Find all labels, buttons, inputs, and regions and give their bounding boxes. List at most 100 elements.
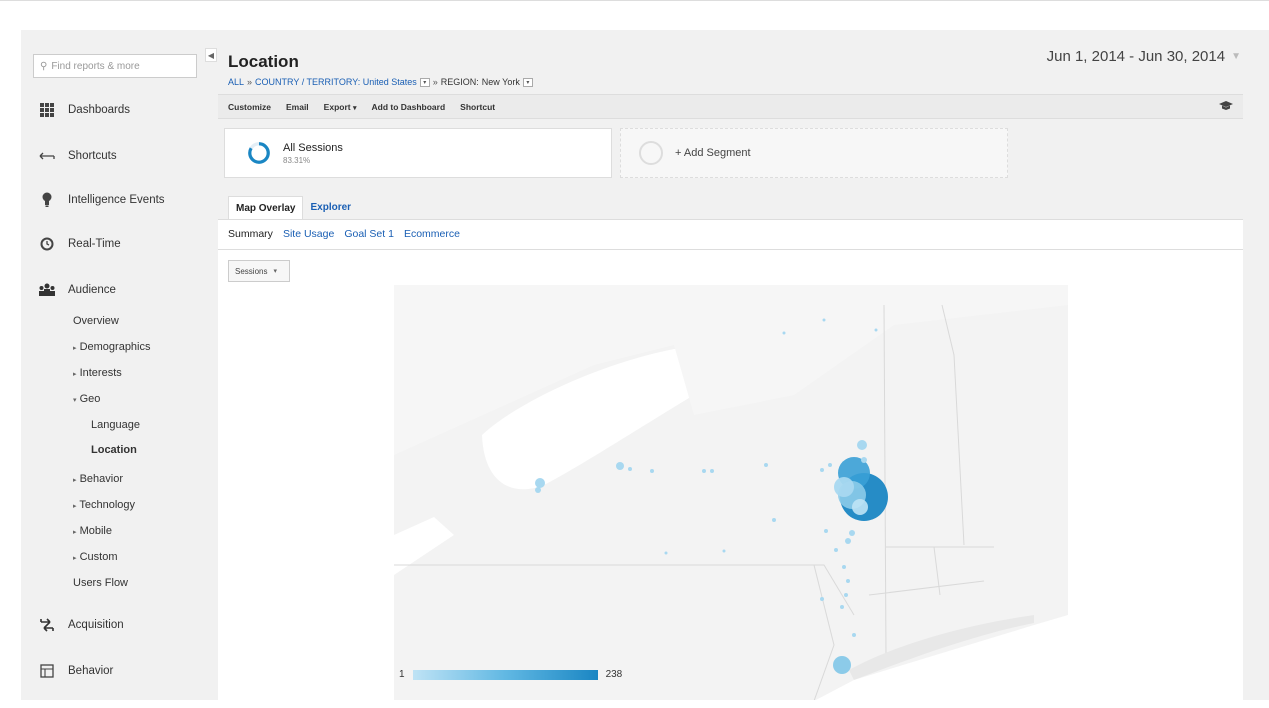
breadcrumb-separator: » — [432, 77, 438, 87]
sidebar-item-language[interactable]: Language — [91, 419, 140, 431]
sidebar-label-acquisition: Acquisition — [68, 619, 124, 631]
sidebar-item-interests[interactable]: ▸ Interests — [73, 367, 122, 379]
breadcrumb-all[interactable]: ALL — [228, 77, 244, 87]
top-border — [0, 0, 1269, 1]
sidebar-item-audience[interactable]: Audience — [35, 282, 116, 298]
sidebar-label-intelligence: Intelligence Events — [68, 194, 165, 206]
arrows-icon — [35, 617, 59, 633]
date-range-picker[interactable]: Jun 1, 2014 - Jun 30, 2014 ▼ — [1047, 48, 1241, 65]
report-toolbar: Customize Email Export ▾ Add to Dashboar… — [218, 94, 1243, 119]
country-dropdown-button[interactable]: ▾ — [419, 77, 430, 87]
caret-right-icon: ▸ — [73, 345, 77, 352]
sidebar-item-shortcuts[interactable]: Shortcuts — [35, 148, 117, 164]
sidebar-item-behavior-sub[interactable]: ▸ Behavior — [73, 473, 123, 485]
export-label: Export — [323, 101, 351, 112]
sidebar-item-intelligence[interactable]: Intelligence Events — [35, 192, 165, 208]
segment-name: All Sessions — [283, 141, 343, 154]
sidebar-item-demographics[interactable]: ▸ Demographics — [73, 341, 151, 353]
caret-right-icon: ▸ — [73, 371, 77, 378]
caret-right-icon: ▸ — [73, 555, 77, 562]
add-segment-button[interactable]: + Add Segment — [620, 128, 1008, 178]
breadcrumb-region-value: New York — [481, 77, 520, 87]
breadcrumb-country[interactable]: COUNTRY / TERRITORY: United States — [255, 77, 417, 87]
shortcut-arrow-icon — [35, 148, 59, 164]
caret-right-icon: ▸ — [73, 477, 77, 484]
page-title: Location — [228, 52, 299, 71]
subtab-goal-set[interactable]: Goal Set 1 — [344, 228, 394, 240]
metric-select-value: Sessions — [235, 266, 268, 276]
subtab-site-usage[interactable]: Site Usage — [283, 228, 334, 240]
sidebar-label-dashboards: Dashboards — [68, 104, 131, 116]
legend-max: 238 — [605, 669, 623, 680]
date-range-label: Jun 1, 2014 - Jun 30, 2014 — [1046, 48, 1226, 65]
map-legend: 1 238 — [399, 669, 622, 680]
clock-icon — [35, 236, 59, 252]
breadcrumb-separator: » — [247, 77, 253, 87]
sidebar-item-users-flow[interactable]: Users Flow — [73, 577, 128, 589]
caret-down-icon: ▾ — [73, 397, 77, 404]
legend-gradient — [412, 669, 598, 680]
lightbulb-icon — [35, 192, 59, 208]
add-segment-ring-icon — [639, 141, 663, 165]
sidebar-item-mobile[interactable]: ▸ Mobile — [73, 525, 112, 537]
breadcrumb-region-label: REGION: — [440, 77, 479, 87]
window-icon — [35, 663, 59, 679]
subtab-summary[interactable]: Summary — [228, 228, 273, 240]
breadcrumb: ALL » COUNTRY / TERRITORY: United States… — [228, 77, 533, 87]
sidebar-label-realtime: Real-Time — [68, 238, 121, 250]
sidebar-item-custom[interactable]: ▸ Custom — [73, 551, 117, 563]
sidebar-item-realtime[interactable]: Real-Time — [35, 236, 121, 252]
main-panel: Location ALL » COUNTRY / TERRITORY: Unit… — [218, 30, 1269, 700]
sidebar-label-behavior: Behavior — [68, 665, 114, 677]
email-button[interactable]: Email — [286, 102, 309, 112]
customize-button[interactable]: Customize — [228, 102, 271, 112]
people-icon — [35, 282, 59, 298]
sidebar-item-location[interactable]: Location — [91, 444, 137, 456]
ga-app: ⚲ Find reports & more ◀ Dashboards Short… — [21, 30, 1269, 700]
shortcut-button[interactable]: Shortcut — [460, 102, 495, 112]
behavior-sub-label: Behavior — [79, 473, 123, 485]
sidebar-item-overview[interactable]: Overview — [73, 315, 119, 327]
geo-label: Geo — [79, 393, 101, 405]
sidebar-item-behavior[interactable]: Behavior — [35, 663, 113, 679]
sidebar-item-acquisition[interactable]: Acquisition — [35, 617, 124, 633]
grid-icon — [35, 102, 59, 118]
subtab-ecommerce[interactable]: Ecommerce — [404, 228, 460, 240]
tab-explorer[interactable]: Explorer — [303, 196, 358, 220]
sidebar-item-dashboards[interactable]: Dashboards — [35, 102, 130, 118]
chevron-down-icon: ▾ — [352, 104, 357, 112]
geo-map[interactable] — [394, 285, 1068, 700]
region-dropdown-button[interactable]: ▾ — [522, 77, 533, 87]
sidebar-item-technology[interactable]: ▸ Technology — [73, 499, 135, 511]
segment-all-sessions[interactable]: All Sessions 83.31% — [224, 128, 612, 178]
collapse-sidebar-button[interactable]: ◀ — [205, 48, 217, 62]
sidebar-label-shortcuts: Shortcuts — [68, 150, 117, 162]
graduation-cap-icon[interactable] — [1219, 100, 1233, 114]
export-button[interactable]: Export ▾ — [324, 102, 357, 112]
legend-min: 1 — [399, 669, 405, 680]
sidebar-item-geo[interactable]: ▾ Geo — [73, 393, 100, 405]
map-svg — [394, 285, 1068, 700]
technology-label: Technology — [79, 499, 136, 511]
interests-label: Interests — [79, 367, 122, 379]
sidebar-label-audience: Audience — [68, 284, 116, 296]
custom-label: Custom — [79, 551, 118, 563]
metric-select[interactable]: Sessions ▾ — [228, 260, 290, 282]
search-input[interactable]: ⚲ Find reports & more — [33, 54, 197, 78]
divider — [218, 249, 1243, 250]
report-content: Summary Site Usage Goal Set 1 Ecommerce … — [218, 219, 1243, 700]
add-to-dashboard-button[interactable]: Add to Dashboard — [371, 102, 445, 112]
search-placeholder: Find reports & more — [51, 60, 140, 72]
tab-map-overlay[interactable]: Map Overlay — [228, 196, 304, 220]
mobile-label: Mobile — [79, 525, 112, 537]
metric-group-tabs: Summary Site Usage Goal Set 1 Ecommerce — [228, 228, 460, 240]
segment-percent: 83.31% — [283, 155, 311, 165]
chevron-down-icon: ▼ — [1231, 51, 1241, 62]
sidebar: ⚲ Find reports & more ◀ Dashboards Short… — [21, 30, 218, 700]
search-icon: ⚲ — [40, 60, 48, 72]
demographics-label: Demographics — [79, 341, 151, 353]
caret-right-icon: ▸ — [73, 503, 77, 510]
add-segment-label: + Add Segment — [675, 147, 751, 159]
segment-ring-icon — [248, 142, 270, 164]
chevron-down-icon: ▾ — [273, 268, 277, 275]
